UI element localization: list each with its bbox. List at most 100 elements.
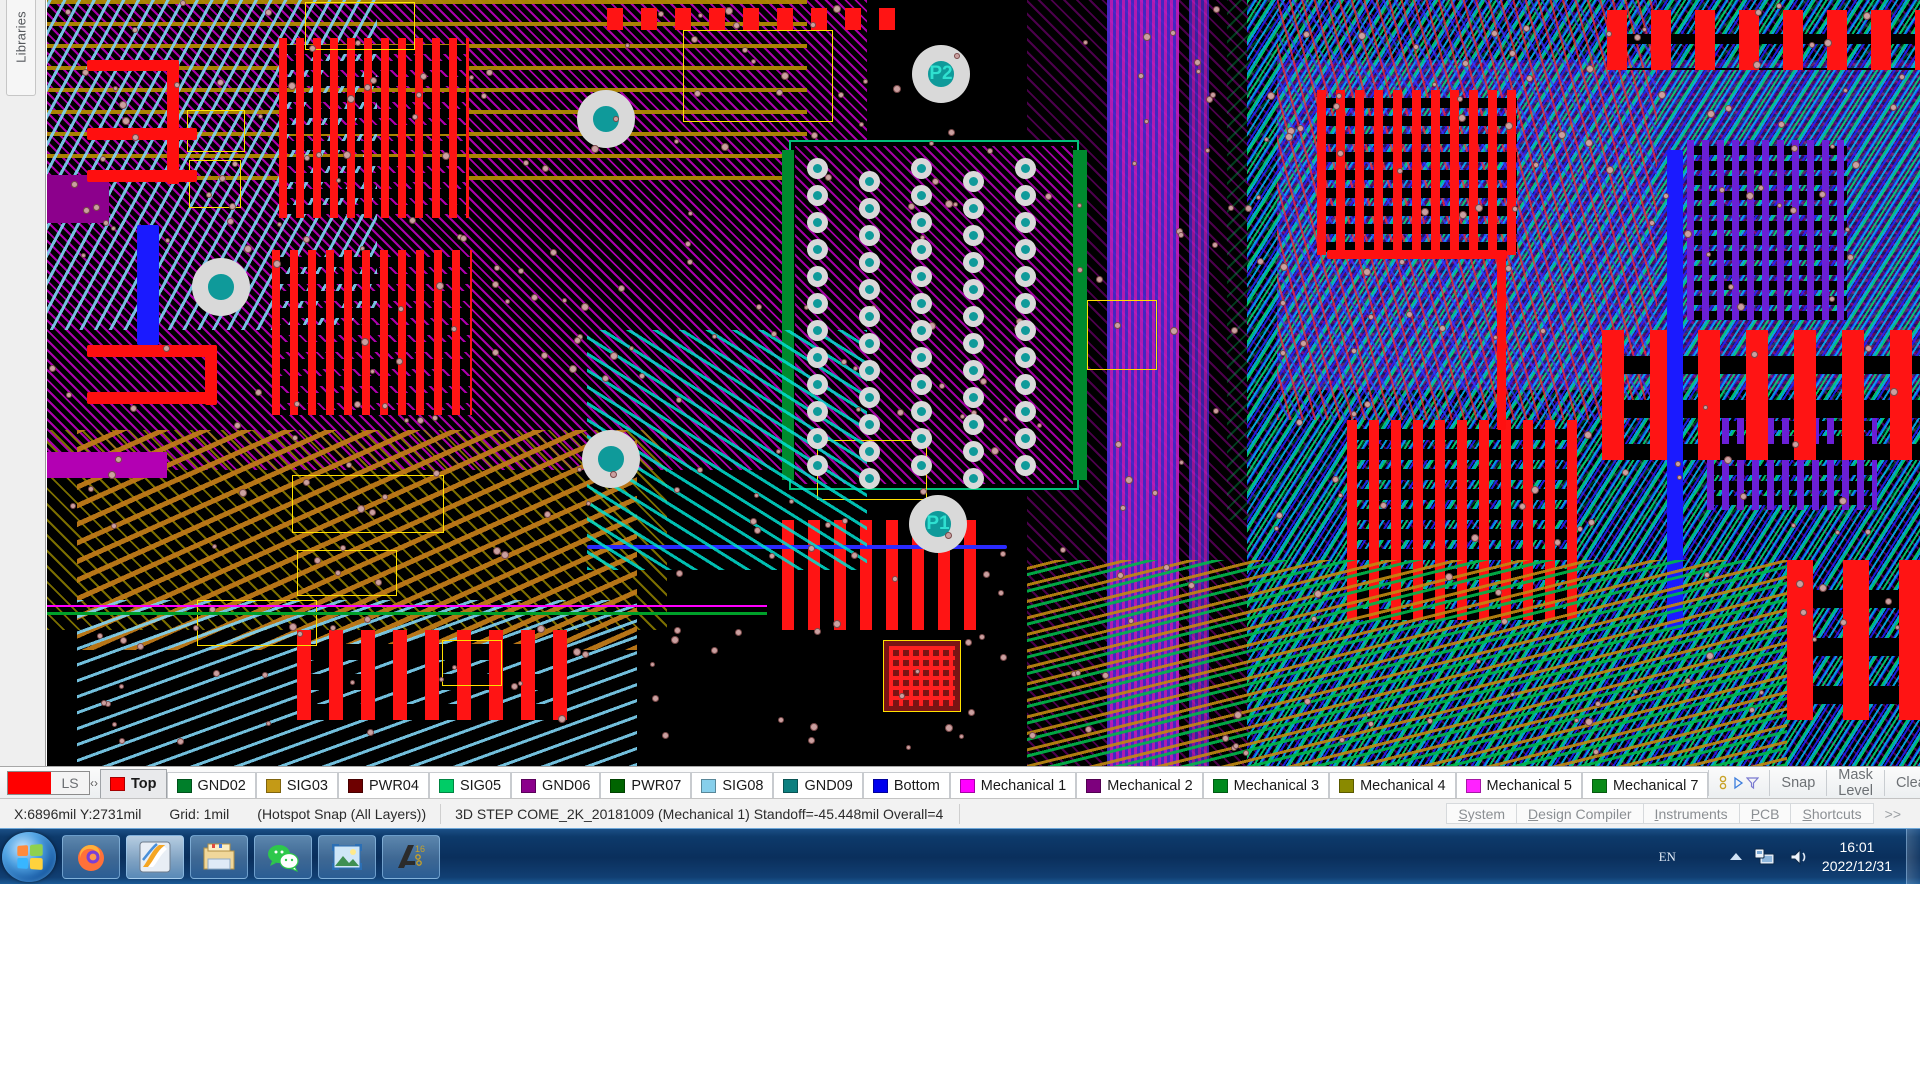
mounting-hole-3[interactable] <box>192 258 250 316</box>
through-hole-drill <box>812 271 823 282</box>
status-button-system[interactable]: System <box>1446 803 1518 824</box>
via <box>1702 405 1708 411</box>
clock-area[interactable]: 16:01 2022/12/31 <box>1822 838 1892 876</box>
taskbar-item-photo-viewer[interactable] <box>318 834 376 879</box>
via <box>693 90 701 98</box>
through-hole-drill <box>1020 325 1031 336</box>
layer-bar-tools[interactable]: Snap Mask Level Clear >> <box>1708 767 1920 799</box>
layer-tab-bottom[interactable]: Bottom <box>862 771 950 799</box>
via <box>1706 109 1715 118</box>
layer-set-button[interactable]: LS <box>7 770 90 795</box>
via <box>1718 186 1725 193</box>
mask-level-button[interactable]: Mask Level <box>1826 767 1884 799</box>
language-indicator[interactable]: EN <box>1659 849 1676 865</box>
connector-through-hole <box>911 266 932 287</box>
taskbar-item-altium[interactable] <box>126 834 184 879</box>
layer-tab-mechanical-5[interactable]: Mechanical 5 <box>1455 771 1582 799</box>
smd-pad-row-right-mid <box>1602 330 1920 460</box>
layer-tab-label: PWR07 <box>631 777 682 794</box>
layer-tab-sig05[interactable]: SIG05 <box>428 771 512 799</box>
status-bar-overflow-button[interactable]: >> <box>1874 803 1912 824</box>
layer-tab-gnd09[interactable]: GND09 <box>773 771 863 799</box>
via <box>952 201 958 207</box>
via <box>1504 264 1512 272</box>
status-button-pcb[interactable]: P CB <box>1739 803 1792 824</box>
via <box>65 8 72 15</box>
taskbar-item-file-explorer[interactable] <box>190 834 248 879</box>
through-hole-drill <box>916 379 927 390</box>
via <box>1412 43 1419 50</box>
connector-through-hole <box>1015 266 1036 287</box>
layer-tab-mechanical-4[interactable]: Mechanical 4 <box>1329 771 1456 799</box>
status-button-design-compiler[interactable]: Design Compiler <box>1517 803 1644 824</box>
show-hidden-icons-chevron-icon[interactable] <box>1729 853 1742 860</box>
mounting-hole-p1[interactable]: P1 <box>909 495 967 553</box>
via <box>1471 533 1480 542</box>
network-icon[interactable] <box>1754 847 1776 867</box>
mounting-hole-p2[interactable]: P2 <box>912 45 970 103</box>
via <box>810 131 818 139</box>
layer-tab-mechanical-2[interactable]: Mechanical 2 <box>1076 771 1203 799</box>
through-hole-drill <box>864 203 875 214</box>
start-button-icon[interactable] <box>2 831 56 882</box>
through-hole-drill <box>812 244 823 255</box>
layer-tab-pwr04[interactable]: PWR04 <box>337 771 429 799</box>
through-hole-drill <box>864 311 875 322</box>
power-trace-red-6 <box>87 392 217 404</box>
status-bar-button-group[interactable]: System Design Compiler Instruments P CB Short… <box>1446 803 1920 824</box>
layer-options-icon[interactable] <box>1708 769 1769 796</box>
layer-tab-mechanical-7[interactable]: Mechanical 7 <box>1581 771 1709 799</box>
taskbar-item-firefox[interactable] <box>62 834 120 879</box>
play-triangle-icon <box>1734 776 1744 789</box>
via <box>366 728 374 736</box>
connector-through-hole <box>807 374 828 395</box>
mounting-hole-4[interactable] <box>582 430 640 488</box>
via <box>1703 571 1710 578</box>
layer-tab-list[interactable]: Top GND02 SIG03 PWR04 SIG05 GND06 PWR07 SIG08 GN… <box>100 767 1709 799</box>
layer-tab-label: SIG05 <box>459 777 502 794</box>
silkscreen-frame-3 <box>442 640 502 686</box>
via <box>205 192 212 199</box>
layer-tab-top[interactable]: Top <box>100 768 167 799</box>
windows-taskbar[interactable]: 16 EN 16:01 2022/12/31 <box>0 828 1920 885</box>
layer-tab-sig03[interactable]: SIG03 <box>255 771 338 799</box>
show-desktop-button[interactable] <box>1906 828 1920 885</box>
through-hole-drill <box>1020 352 1031 363</box>
taskbar-item-wechat[interactable] <box>254 834 312 879</box>
panel-tab-libraries[interactable]: Libraries <box>6 0 36 96</box>
volume-icon[interactable] <box>1788 847 1810 867</box>
layer-set-label: LS <box>61 774 79 791</box>
through-hole-drill <box>812 163 823 174</box>
via <box>1740 492 1747 500</box>
layer-color-chip <box>1591 778 1607 793</box>
via <box>979 377 987 385</box>
layer-tab-sig08[interactable]: SIG08 <box>691 771 774 799</box>
system-tray[interactable]: EN 16:01 2022/12/31 <box>1659 838 1906 876</box>
layer-tab-mechanical-3[interactable]: Mechanical 3 <box>1202 771 1330 799</box>
layer-tab-mechanical-1[interactable]: Mechanical 1 <box>949 771 1077 799</box>
via <box>1509 49 1517 57</box>
layer-tab-pwr07[interactable]: PWR07 <box>600 771 692 799</box>
mounting-hole-2[interactable] <box>577 90 635 148</box>
through-hole-drill <box>916 406 927 417</box>
clear-masks-button[interactable]: Clear <box>1883 769 1920 796</box>
layer-scroll-next-icon[interactable]: › <box>94 770 98 796</box>
via <box>419 72 427 80</box>
via <box>1230 326 1238 334</box>
snap-tool-button[interactable]: Snap <box>1769 769 1826 796</box>
layer-tab-bar[interactable]: LS ‹ › Top GND02 SIG03 PWR04 SIG05 GND06 PWR07… <box>0 766 1920 799</box>
status-button-shortcuts[interactable]: Shortcuts <box>1791 803 1874 824</box>
pcb-design-canvas[interactable]: P2 P1 <box>47 0 1920 766</box>
via <box>121 116 130 125</box>
active-layer-color-swatch[interactable] <box>8 771 51 794</box>
via <box>217 78 225 86</box>
connector-through-hole <box>859 387 880 408</box>
connector-through-hole <box>1015 428 1036 449</box>
power-trace-red-4 <box>167 60 179 184</box>
layer-tab-gnd02[interactable]: GND02 <box>166 771 256 799</box>
wechat-icon <box>268 844 299 872</box>
layer-tab-gnd06[interactable]: GND06 <box>511 771 601 799</box>
taskbar-item-acdsee[interactable]: 16 <box>382 834 440 879</box>
via <box>1196 68 1202 74</box>
status-button-instruments[interactable]: Instruments <box>1643 803 1740 824</box>
